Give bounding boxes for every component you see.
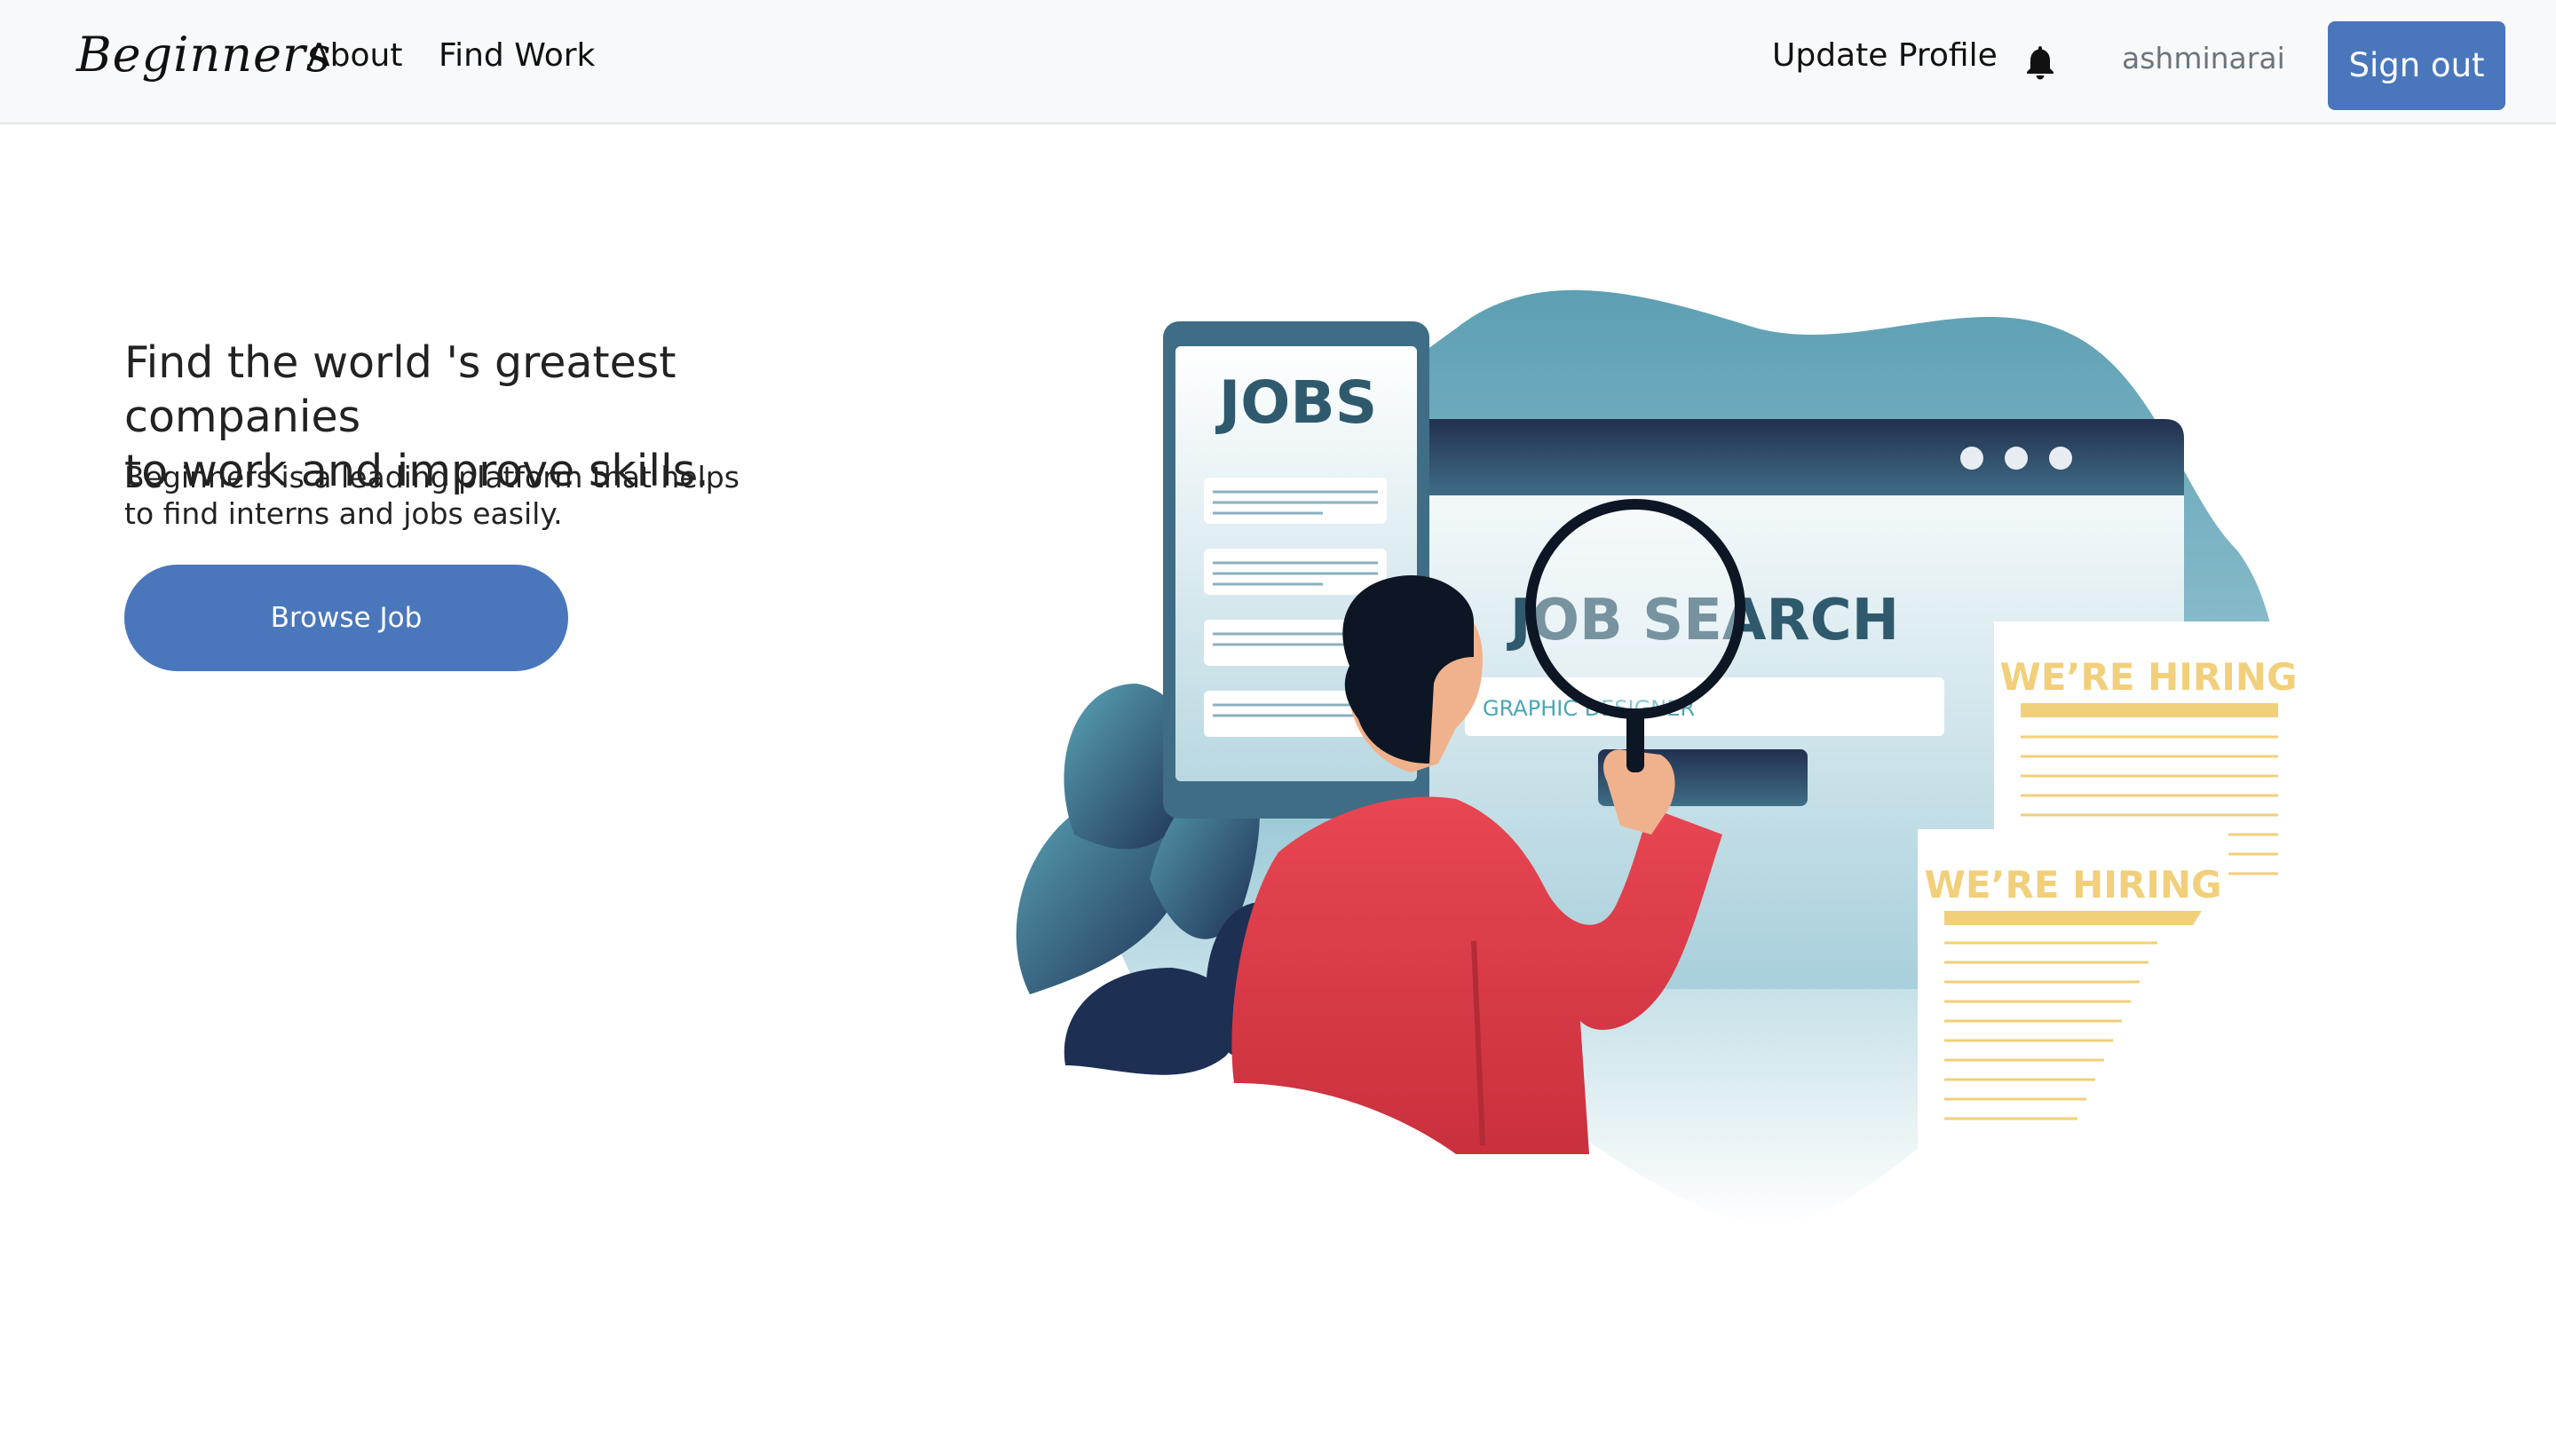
sign-out-button[interactable]: Sign out <box>2328 21 2505 110</box>
window-dot-3 <box>2049 447 2072 470</box>
hiring-paper-back-title: WE’RE HIRING <box>2000 655 2298 699</box>
hero-title-line-1: Find the world 's greatest companies <box>124 337 677 442</box>
phone-jobs-title: JOBS <box>1215 368 1378 437</box>
nav-find-work-link[interactable]: Find Work <box>439 37 595 74</box>
hero-subtitle: Beginners is a leading platform that hel… <box>124 459 746 532</box>
top-navbar: Beginners About Find Work Update Profile… <box>0 0 2556 124</box>
update-profile-link[interactable]: Update Profile <box>1772 37 1998 74</box>
window-dot-2 <box>2005 447 2028 470</box>
hiring-paper-front-title: WE’RE HIRING <box>1925 863 2222 906</box>
nav-about-link[interactable]: About <box>308 37 402 74</box>
username-label[interactable]: ashminarai <box>2122 41 2285 75</box>
job-search-illustration: JOB SEARCH GRAPHIC DESIGNER WE’RE HIRING… <box>977 266 2362 1246</box>
illustration-svg: JOB SEARCH GRAPHIC DESIGNER WE’RE HIRING… <box>1016 289 2305 1246</box>
window-dot-1 <box>1960 447 1983 470</box>
hero-subtitle-line-2: to find interns and jobs easily. <box>124 496 563 531</box>
browse-job-button[interactable]: Browse Job <box>124 565 568 671</box>
bell-icon[interactable] <box>2024 44 2056 80</box>
hero-subtitle-line-1: Beginners is a leading platform that hel… <box>124 460 740 495</box>
brand-logo[interactable]: Beginners <box>76 27 332 83</box>
